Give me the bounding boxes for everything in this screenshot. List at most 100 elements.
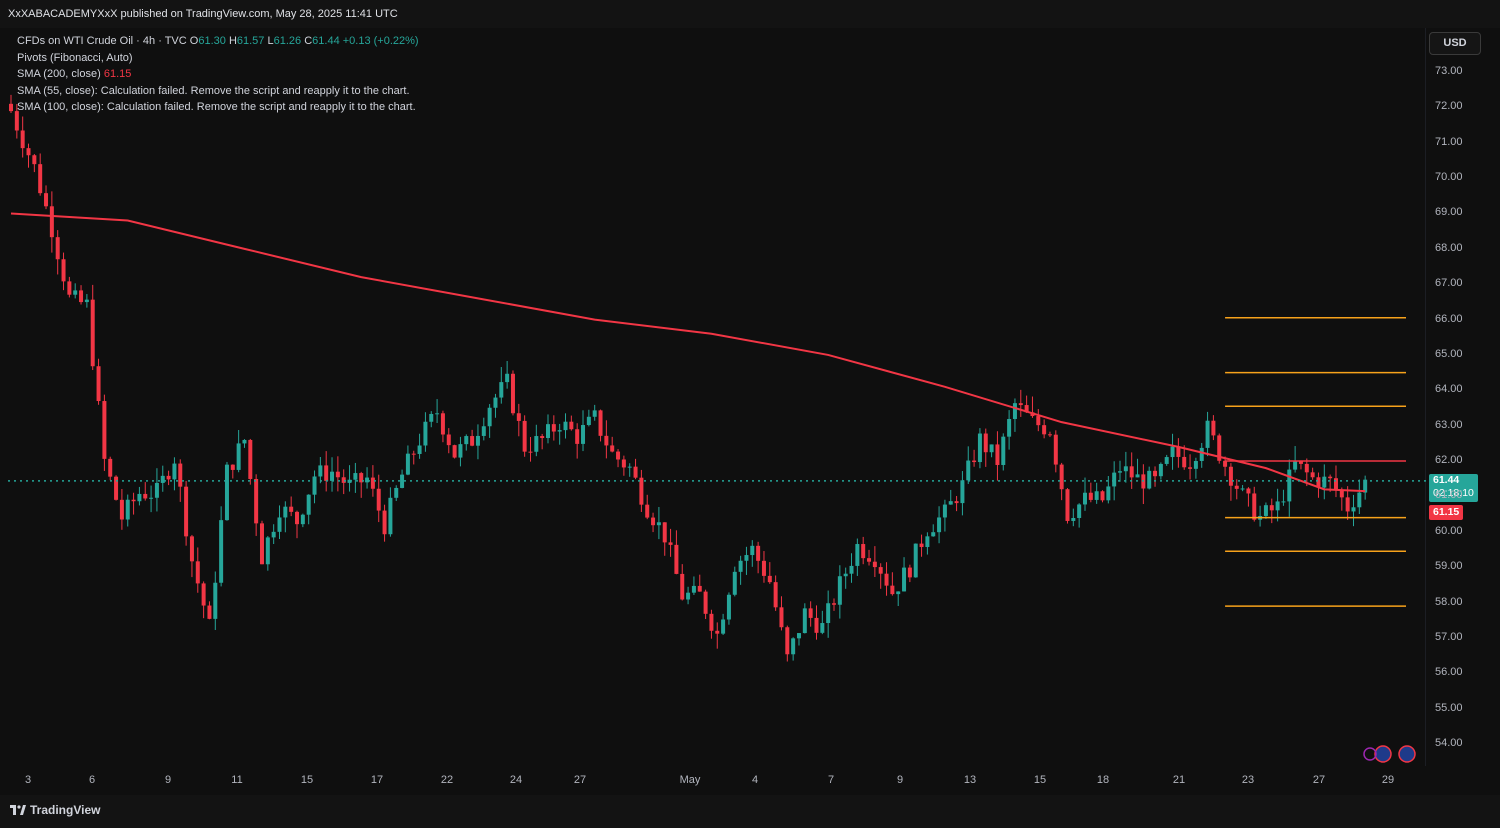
candle-body[interactable]: [966, 460, 971, 481]
candle-body[interactable]: [1147, 470, 1152, 489]
candle-body[interactable]: [219, 520, 224, 583]
candle-body[interactable]: [137, 493, 142, 502]
candle-body[interactable]: [55, 237, 60, 260]
candle-body[interactable]: [545, 424, 550, 439]
candle-body[interactable]: [73, 290, 78, 295]
candle-body[interactable]: [744, 555, 749, 561]
candle-body[interactable]: [1246, 488, 1251, 494]
candle-body[interactable]: [662, 522, 667, 543]
candle-body[interactable]: [738, 560, 743, 572]
candle-body[interactable]: [1135, 474, 1140, 478]
sma100-error[interactable]: SMA (100, close): Calculation failed. Re…: [17, 101, 416, 113]
candle-body[interactable]: [324, 465, 329, 481]
candle-body[interactable]: [686, 592, 691, 600]
candle-body[interactable]: [1071, 517, 1076, 521]
candle-body[interactable]: [1012, 403, 1017, 420]
candle-body[interactable]: [49, 206, 54, 238]
candle-body[interactable]: [189, 536, 194, 562]
candle-body[interactable]: [1281, 501, 1286, 503]
candle-body[interactable]: [1293, 460, 1298, 470]
candle-body[interactable]: [621, 459, 626, 468]
candle-body[interactable]: [937, 517, 942, 533]
candle-body[interactable]: [1053, 434, 1058, 465]
candle-body[interactable]: [90, 299, 95, 367]
candle-body[interactable]: [1077, 504, 1082, 518]
symbol-name[interactable]: CFDs on WTI Crude Oil · 4h · TVC: [17, 35, 187, 47]
candle-body[interactable]: [931, 532, 936, 537]
candle-body[interactable]: [487, 407, 492, 427]
candle-body[interactable]: [1351, 507, 1356, 512]
candle-body[interactable]: [890, 585, 895, 595]
candle-body[interactable]: [563, 421, 568, 431]
candle-body[interactable]: [149, 497, 154, 499]
candle-body[interactable]: [1182, 456, 1187, 468]
sma200-line[interactable]: [10, 212, 1366, 493]
candle-body[interactable]: [20, 130, 25, 149]
candle-body[interactable]: [265, 537, 270, 565]
candle-body[interactable]: [376, 488, 381, 511]
candle-body[interactable]: [557, 430, 562, 432]
candle-body[interactable]: [353, 473, 358, 480]
candle-body[interactable]: [633, 466, 638, 478]
candle-body[interactable]: [283, 506, 288, 518]
sma100-indicator[interactable]: SMA (100, close): Calculation failed. Re…: [17, 99, 419, 116]
candle-body[interactable]: [627, 466, 632, 468]
candle-body[interactable]: [691, 585, 696, 593]
candle-body[interactable]: [440, 413, 445, 435]
candle-body[interactable]: [1199, 447, 1204, 461]
candle-body[interactable]: [335, 471, 340, 478]
sma55-error[interactable]: SMA (55, close): Calculation failed. Rem…: [17, 85, 410, 97]
candle-body[interactable]: [802, 608, 807, 634]
candle-body[interactable]: [960, 480, 965, 504]
candle-body[interactable]: [1001, 436, 1006, 465]
candle-body[interactable]: [581, 425, 586, 444]
event-marker-icon[interactable]: [1363, 747, 1377, 761]
candle-body[interactable]: [586, 416, 591, 426]
candle-body[interactable]: [1065, 489, 1070, 521]
pivots-indicator[interactable]: Pivots (Fibonacci, Auto): [17, 50, 419, 67]
candle-body[interactable]: [1328, 476, 1333, 479]
sma200-label[interactable]: SMA (200, close): [17, 68, 101, 80]
candle-body[interactable]: [598, 410, 603, 436]
candle-body[interactable]: [44, 193, 49, 207]
candle-body[interactable]: [651, 517, 656, 526]
candle-body[interactable]: [878, 567, 883, 574]
candle-body[interactable]: [1228, 466, 1233, 486]
candle-body[interactable]: [732, 571, 737, 595]
candle-body[interactable]: [242, 439, 247, 444]
candle-body[interactable]: [499, 382, 504, 398]
candle-body[interactable]: [475, 435, 480, 446]
candle-body[interactable]: [295, 511, 300, 525]
candle-body[interactable]: [837, 576, 842, 605]
candle-body[interactable]: [907, 567, 912, 578]
candle-body[interactable]: [213, 582, 218, 619]
candle-body[interactable]: [1164, 457, 1169, 464]
candle-body[interactable]: [995, 444, 1000, 465]
candle-body[interactable]: [861, 544, 866, 559]
sma55-indicator[interactable]: SMA (55, close): Calculation failed. Rem…: [17, 83, 419, 100]
candle-body[interactable]: [1205, 420, 1210, 448]
candle-body[interactable]: [540, 436, 545, 439]
candle-body[interactable]: [785, 627, 790, 655]
candle-body[interactable]: [761, 560, 766, 576]
candle-body[interactable]: [446, 434, 451, 446]
candle-body[interactable]: [1193, 460, 1198, 469]
candle-body[interactable]: [370, 477, 375, 489]
candle-body[interactable]: [1106, 486, 1111, 501]
candle-body[interactable]: [919, 543, 924, 548]
candle-body[interactable]: [9, 103, 13, 112]
candle-body[interactable]: [365, 477, 370, 483]
candle-body[interactable]: [522, 420, 527, 452]
candle-body[interactable]: [277, 517, 282, 532]
candle-body[interactable]: [458, 444, 463, 458]
candle-body[interactable]: [942, 504, 947, 518]
candle-body[interactable]: [388, 497, 393, 535]
candle-body[interactable]: [1158, 463, 1163, 477]
candle-body[interactable]: [96, 366, 101, 402]
candle-body[interactable]: [510, 373, 515, 414]
candle-body[interactable]: [195, 561, 200, 584]
candle-body[interactable]: [610, 445, 615, 452]
candle-body[interactable]: [989, 444, 994, 453]
candle-body[interactable]: [1047, 434, 1052, 436]
candle-body[interactable]: [656, 522, 661, 526]
